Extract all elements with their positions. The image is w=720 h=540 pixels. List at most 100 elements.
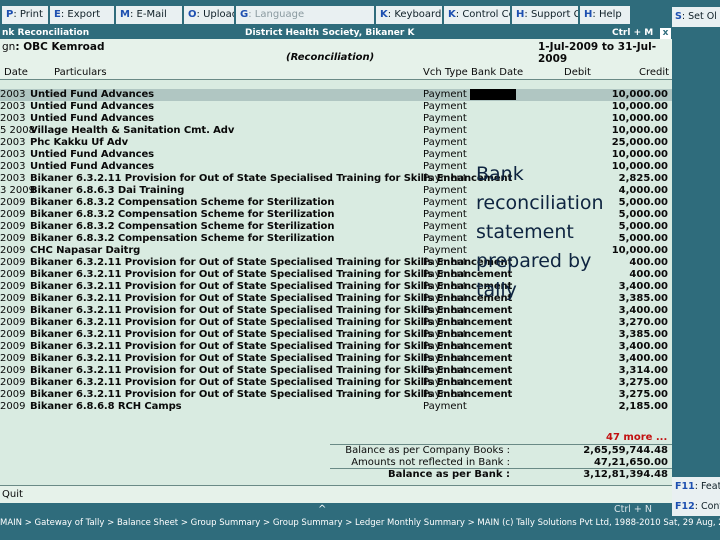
table-row[interactable]: 2009 Bikaner 6.3.2.11 Provision for Out o… — [0, 305, 672, 317]
row-particulars: Bikaner 6.8.3.2 Compensation Scheme for … — [30, 197, 335, 208]
row-bank-date-field[interactable] — [470, 389, 516, 400]
table-row[interactable]: 2003 Untied Fund Advances Payment 10,000.00 — [0, 101, 672, 113]
row-bank-date-field[interactable] — [470, 341, 516, 352]
menu-button-export[interactable]: E: Export — [50, 6, 114, 24]
menu-key: K — [380, 9, 388, 20]
row-date: 2009 — [0, 257, 26, 268]
row-date: 2009 — [0, 245, 26, 256]
row-credit: 400.00 — [629, 257, 668, 268]
row-vch-type: Payment — [423, 401, 467, 412]
quit-button[interactable]: Quit — [2, 489, 23, 500]
row-credit: 5,000.00 — [618, 209, 668, 220]
bottom-button-bar: Quit — [0, 485, 672, 503]
row-credit: 3,275.00 — [618, 389, 668, 400]
row-date: 2009 — [0, 293, 26, 304]
balance-line: Balance as per Bank : 3,12,81,394.48 — [0, 469, 672, 481]
balance-label: Balance as per Company Books : — [345, 445, 510, 456]
row-bank-date-field[interactable] — [470, 137, 516, 148]
row-bank-date-field[interactable] — [470, 101, 516, 112]
col-debit: Debit — [564, 67, 591, 78]
row-date: 2009 — [0, 281, 26, 292]
f12-key: F12 — [675, 501, 695, 512]
menu-button-language[interactable]: G: Language — [236, 6, 374, 24]
row-particulars: Bikaner 6.8.3.2 Compensation Scheme for … — [30, 221, 335, 232]
row-credit: 10,000.00 — [611, 125, 668, 136]
menu-label: Print — [19, 9, 43, 20]
table-row[interactable]: 2003 Phc Kakku Uf Adv Payment 25,000.00 — [0, 137, 672, 149]
overlay-caption: Bank reconciliation statement prepared by ta… — [476, 160, 626, 305]
menu-button-upload[interactable]: O: Upload — [184, 6, 234, 24]
row-bank-date-field[interactable] — [470, 89, 516, 100]
chevron-up-icon[interactable]: ^ — [318, 504, 326, 515]
row-date: 2009 — [0, 209, 26, 220]
report-title: nk Reconciliation — [2, 28, 90, 38]
menu-button-help[interactable]: H: Help — [580, 6, 630, 24]
row-vch-type: Payment — [423, 137, 467, 148]
row-vch-type: Payment — [423, 125, 467, 136]
row-bank-date-field[interactable] — [470, 317, 516, 328]
row-bank-date-field[interactable] — [470, 377, 516, 388]
row-credit: 3,270.00 — [618, 317, 668, 328]
row-bank-date-field[interactable] — [470, 305, 516, 316]
col-date: Date — [4, 67, 28, 78]
row-bank-date-field[interactable] — [470, 113, 516, 124]
row-credit: 5,000.00 — [618, 197, 668, 208]
menu-key: H — [516, 9, 525, 20]
row-vch-type: Payment — [423, 245, 467, 256]
menu-label: E-Mail — [136, 9, 167, 20]
menu-button-e-mail[interactable]: M: E-Mail — [116, 6, 182, 24]
f11-features-button[interactable]: F11: Featu — [672, 477, 720, 497]
menu-button-control-centre[interactable]: K: Control Centre — [444, 6, 510, 24]
f12-configure-button[interactable]: F12: Confi — [672, 497, 720, 517]
row-vch-type: Payment — [423, 257, 467, 268]
row-particulars: Bikaner 6.8.3.2 Compensation Scheme for … — [30, 209, 335, 220]
row-date: 2009 — [0, 233, 26, 244]
table-row[interactable]: 2009 Bikaner 6.3.2.11 Provision for Out o… — [0, 317, 672, 329]
table-row[interactable]: 2003 Untied Fund Advances Payment 10,000.00 — [0, 113, 672, 125]
row-date: 2003 — [0, 161, 26, 172]
balance-line: Balance as per Company Books : 2,65,59,74… — [0, 445, 672, 457]
row-bank-date-field[interactable] — [470, 125, 516, 136]
menu-button-print[interactable]: P: Print — [2, 6, 48, 24]
table-row[interactable]: 2003 Untied Fund Advances Payment 10,000.00 — [0, 89, 672, 101]
row-vch-type: Payment — [423, 389, 467, 400]
menu-button-support-centre[interactable]: H: Support Centre — [512, 6, 578, 24]
table-row[interactable]: 2009 Bikaner 6.3.2.11 Provision for Out o… — [0, 353, 672, 365]
row-credit: 4,000.00 — [618, 185, 668, 196]
row-credit: 3,400.00 — [618, 341, 668, 352]
row-credit: 10,000.00 — [611, 113, 668, 124]
table-row[interactable]: 5 2008 Village Health & Sanitation Cmt. A… — [0, 125, 672, 137]
row-date: 2009 — [0, 329, 26, 340]
table-row[interactable]: 2009 Bikaner 6.8.6.8 RCH Camps Payment 2,18… — [0, 401, 672, 413]
menu-label: Language — [254, 9, 305, 20]
row-credit: 3,385.00 — [618, 329, 668, 340]
row-bank-date-field[interactable] — [470, 149, 516, 160]
close-icon[interactable]: x — [660, 28, 671, 39]
row-bank-date-field[interactable] — [470, 365, 516, 376]
table-row[interactable]: 2009 Bikaner 6.3.2.11 Provision for Out o… — [0, 341, 672, 353]
row-vch-type: Payment — [423, 101, 467, 112]
ctrl-n-hint: Ctrl + N — [614, 504, 653, 515]
more-items-indicator[interactable]: 47 more ... — [606, 432, 667, 443]
f11-key: F11 — [675, 481, 695, 492]
row-vch-type: Payment — [423, 209, 467, 220]
f11-label: Featu — [700, 481, 720, 492]
row-date: 2009 — [0, 377, 26, 388]
table-row[interactable]: 2009 Bikaner 6.3.2.11 Provision for Out o… — [0, 389, 672, 401]
row-vch-type: Payment — [423, 161, 467, 172]
row-date: 2003 — [0, 101, 26, 112]
company-name: District Health Society, Bikaner K — [245, 28, 415, 38]
table-row[interactable]: 2009 Bikaner 6.3.2.11 Provision for Out o… — [0, 329, 672, 341]
balance-value: 2,65,59,744.48 — [583, 445, 668, 456]
row-particulars: Untied Fund Advances — [30, 89, 155, 100]
row-bank-date-field[interactable] — [470, 401, 516, 412]
report-header: gn: OBC Kemroad 1-Jul-2009 to 31-Jul-200… — [0, 39, 672, 66]
table-row[interactable]: 2009 Bikaner 6.3.2.11 Provision for Out o… — [0, 365, 672, 377]
row-particulars: Untied Fund Advances — [30, 113, 155, 124]
row-bank-date-field[interactable] — [470, 329, 516, 340]
row-bank-date-field[interactable] — [470, 353, 516, 364]
table-row[interactable]: 2009 Bikaner 6.3.2.11 Provision for Out o… — [0, 377, 672, 389]
set-options-button[interactable]: S: Set Ol — [672, 7, 720, 27]
menu-button-keyboard[interactable]: K: Keyboard — [376, 6, 442, 24]
row-vch-type: Payment — [423, 353, 467, 364]
